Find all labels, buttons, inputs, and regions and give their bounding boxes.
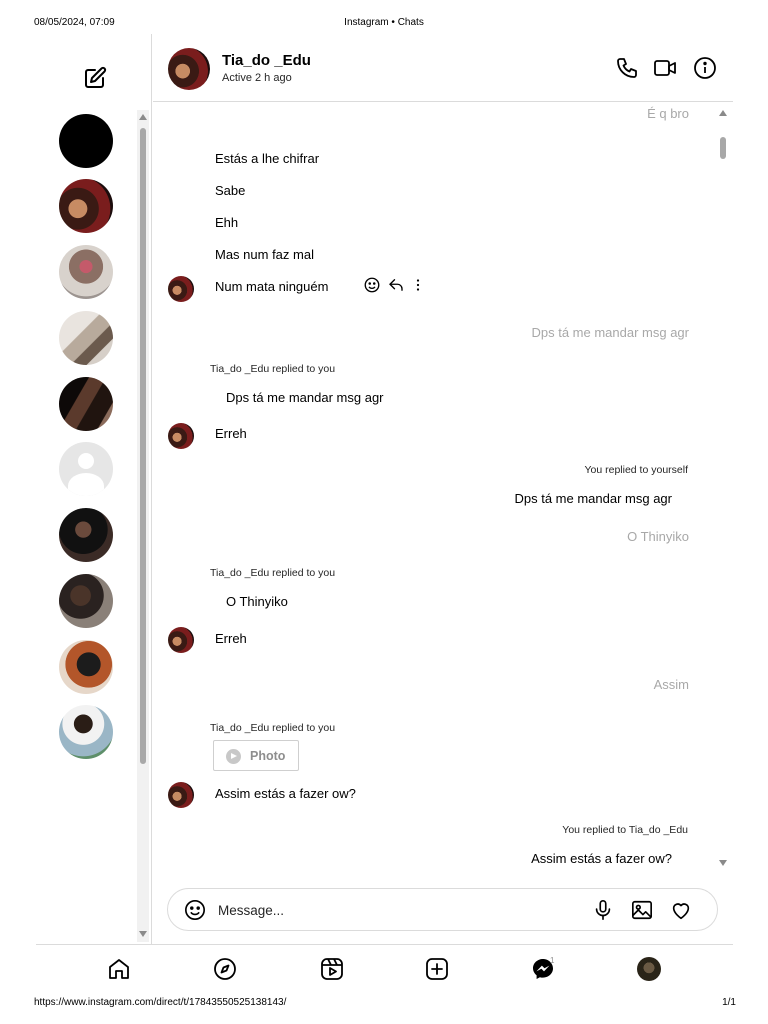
sidebar-scroll-up-arrow[interactable] <box>139 114 147 120</box>
replied-to-quote[interactable]: Dps tá me mandar msg agr <box>226 390 384 405</box>
photo-label: Photo <box>250 749 286 763</box>
reels-icon[interactable] <box>320 957 344 981</box>
chat-avatar[interactable] <box>168 48 210 90</box>
play-icon <box>226 749 241 764</box>
chat-header: Tia_do _Edu Active 2 h ago <box>153 34 733 102</box>
sidebar-scroll-thumb[interactable] <box>140 128 146 764</box>
emoji-icon[interactable] <box>184 899 206 921</box>
print-url: https://www.instagram.com/direct/t/17843… <box>34 997 287 1008</box>
thread-scrollbar[interactable] <box>717 102 731 872</box>
reply-header: Tia_do _Edu replied to you <box>210 567 336 579</box>
reply-header: Tia_do _Edu replied to you <box>210 722 336 734</box>
sidebar-scroll-down-arrow[interactable] <box>139 931 147 937</box>
conversation-avatar-9[interactable] <box>59 640 113 694</box>
message-outgoing[interactable]: Assim <box>654 677 689 692</box>
message-outgoing[interactable]: É q bro <box>647 106 689 121</box>
sender-avatar[interactable] <box>168 423 194 449</box>
message-incoming[interactable]: Num mata ninguém <box>215 279 328 294</box>
message-incoming[interactable]: Erreh <box>215 426 247 441</box>
print-header: 08/05/2024, 07:09 Instagram • Chats <box>0 17 768 31</box>
more-options-icon[interactable] <box>413 276 423 294</box>
microphone-icon[interactable] <box>592 899 614 921</box>
message-outgoing-reply[interactable]: Dps tá me mandar msg agr <box>514 491 672 506</box>
conversation-sidebar <box>36 34 152 944</box>
thread-scroll-thumb[interactable] <box>720 137 726 159</box>
replied-photo-attachment[interactable]: Photo <box>213 740 299 771</box>
chat-active-status: Active 2 h ago <box>222 72 292 84</box>
print-title: Instagram • Chats <box>344 17 424 28</box>
sender-avatar[interactable] <box>168 276 194 302</box>
print-page-number: 1/1 <box>722 997 736 1008</box>
phone-call-icon[interactable] <box>615 56 639 80</box>
message-actions <box>361 276 433 294</box>
reply-icon[interactable] <box>387 276 405 294</box>
conversation-avatar-1[interactable] <box>59 114 113 168</box>
conversation-avatar-3[interactable] <box>59 245 113 299</box>
print-footer: https://www.instagram.com/direct/t/17843… <box>0 997 768 1011</box>
reply-header: You replied to yourself <box>584 464 688 476</box>
conversation-avatar-10[interactable] <box>59 705 113 759</box>
create-post-icon[interactable] <box>425 957 449 981</box>
bottom-navigation: 1 <box>36 944 733 994</box>
chat-contact-name[interactable]: Tia_do _Edu <box>222 52 311 69</box>
thread-scroll-down-arrow[interactable] <box>719 860 727 866</box>
sender-avatar[interactable] <box>168 627 194 653</box>
reply-header: Tia_do _Edu replied to you <box>210 363 336 375</box>
thread-scroll-up-arrow[interactable] <box>719 110 727 116</box>
conversation-avatar-4[interactable] <box>59 311 113 365</box>
message-outgoing[interactable]: O Thinyiko <box>627 529 689 544</box>
profile-avatar[interactable] <box>637 957 661 981</box>
conversation-avatar-8[interactable] <box>59 574 113 628</box>
sender-avatar[interactable] <box>168 782 194 808</box>
notifications-badge: 1 <box>550 956 555 965</box>
conversation-avatar-5[interactable] <box>59 377 113 431</box>
reply-header: You replied to Tia_do _Edu <box>562 824 688 836</box>
message-composer <box>167 888 718 931</box>
replied-to-quote[interactable]: O Thinyiko <box>226 594 288 609</box>
message-input[interactable] <box>218 901 578 919</box>
gallery-image-icon[interactable] <box>631 899 653 921</box>
message-incoming[interactable]: Mas num faz mal <box>215 247 314 262</box>
message-outgoing-reply[interactable]: Assim estás a fazer ow? <box>531 851 672 866</box>
message-incoming[interactable]: Assim estás a fazer ow? <box>215 786 356 801</box>
message-outgoing[interactable]: Dps tá me mandar msg agr <box>531 325 689 340</box>
compose-icon[interactable] <box>83 66 107 90</box>
message-thread[interactable]: É q bro Estás a lhe chifrar Sabe Ehh Mas… <box>153 102 733 874</box>
home-icon[interactable] <box>107 957 131 981</box>
message-incoming[interactable]: Erreh <box>215 631 247 646</box>
message-incoming[interactable]: Ehh <box>215 215 238 230</box>
conversation-info-icon[interactable] <box>693 56 717 80</box>
conversation-avatar-6-default[interactable] <box>59 442 113 496</box>
message-incoming[interactable]: Sabe <box>215 183 245 198</box>
video-call-icon[interactable] <box>653 56 677 80</box>
conversation-avatar-2[interactable] <box>59 179 113 233</box>
explore-compass-icon[interactable] <box>213 957 237 981</box>
conversation-avatar-7[interactable] <box>59 508 113 562</box>
heart-icon[interactable] <box>670 899 692 921</box>
react-emoji-icon[interactable] <box>363 276 381 294</box>
message-incoming[interactable]: Estás a lhe chifrar <box>215 151 319 166</box>
